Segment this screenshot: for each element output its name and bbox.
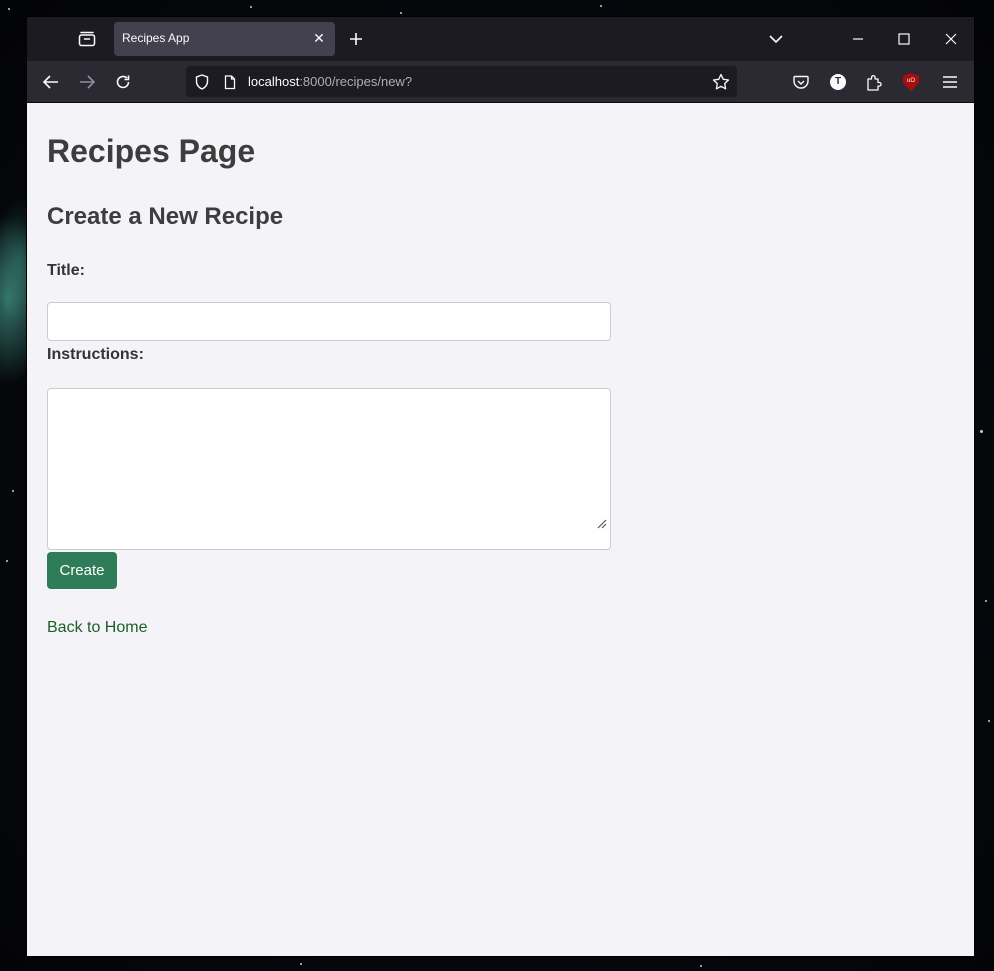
star	[8, 8, 10, 10]
tab-recipes-app[interactable]: Recipes App ✕	[114, 22, 335, 56]
hamburger-menu-icon[interactable]	[936, 68, 964, 96]
back-arrow-icon[interactable]	[37, 68, 65, 96]
instructions-label: Instructions:	[47, 346, 144, 363]
url-text[interactable]: localhost:8000/recipes/new?	[248, 74, 412, 89]
browser-window: Recipes App ✕ localhost:8000/recipes/new…	[27, 17, 974, 956]
ublock-icon[interactable]: uO	[897, 68, 925, 96]
page-icon	[220, 72, 240, 92]
url-bar[interactable]: localhost:8000/recipes/new?	[186, 66, 737, 97]
star	[300, 963, 302, 965]
account-icon[interactable]: T	[824, 68, 852, 96]
close-window-icon[interactable]	[940, 29, 962, 49]
navigation-toolbar: localhost:8000/recipes/new? T uO	[27, 61, 974, 103]
plus-icon[interactable]	[345, 29, 367, 49]
title-input[interactable]	[47, 302, 611, 341]
resize-grip-icon[interactable]	[595, 517, 607, 529]
page-content: Recipes Page Create a New Recipe Title: …	[27, 103, 974, 956]
star	[6, 560, 8, 562]
tab-bar: Recipes App ✕	[27, 17, 974, 61]
create-button[interactable]: Create	[47, 552, 117, 589]
form-title: Create a New Recipe	[47, 203, 284, 230]
instructions-textarea[interactable]	[47, 388, 611, 550]
maximize-icon[interactable]	[893, 29, 915, 49]
tab-title: Recipes App	[122, 31, 190, 45]
star	[400, 12, 402, 14]
title-label: Title:	[47, 262, 85, 279]
star	[12, 490, 14, 492]
page-title: Recipes Page	[47, 133, 256, 169]
star-icon[interactable]	[711, 72, 731, 92]
close-icon[interactable]: ✕	[311, 29, 327, 47]
star	[988, 720, 990, 722]
puzzle-icon[interactable]	[860, 68, 888, 96]
reload-icon[interactable]	[109, 68, 137, 96]
tab-overview-icon[interactable]	[76, 29, 98, 49]
account-letter: T	[830, 74, 846, 90]
pocket-icon[interactable]	[787, 68, 815, 96]
ublock-badge: uO	[903, 73, 919, 91]
chevron-down-icon[interactable]	[765, 29, 787, 49]
star	[700, 965, 702, 967]
url-path: :8000/recipes/new?	[299, 74, 413, 89]
shield-icon[interactable]	[192, 72, 212, 92]
star	[250, 6, 252, 8]
star	[600, 5, 602, 7]
forward-arrow-icon[interactable]	[73, 68, 101, 96]
back-to-home-link[interactable]: Back to Home	[47, 619, 147, 637]
star	[985, 600, 987, 602]
star	[980, 430, 983, 433]
minimize-icon[interactable]	[847, 29, 869, 49]
url-host: localhost	[248, 74, 300, 89]
